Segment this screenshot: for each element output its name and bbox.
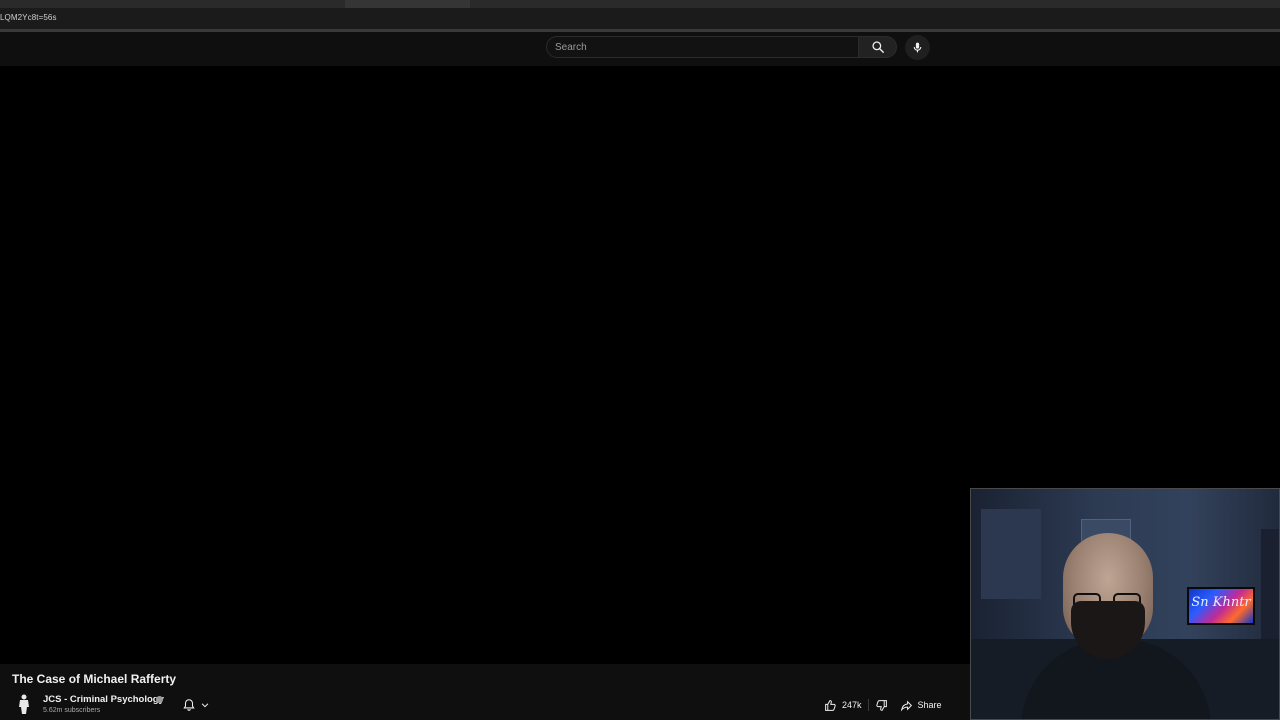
channel-name[interactable]: JCS - Criminal Psychology: [43, 694, 164, 705]
dislike-button[interactable]: [869, 695, 894, 715]
search-button[interactable]: [859, 36, 897, 58]
thumbs-down-icon: [875, 699, 887, 711]
webcam-cabinet: [981, 509, 1041, 599]
video-actions: 247k Share: [818, 695, 948, 715]
person-silhouette-icon: [19, 694, 29, 714]
subscriber-count: 5.62m subscribers: [43, 707, 101, 714]
status-url: LQM2Yc8t=56s: [0, 13, 57, 22]
video-title: The Case of Michael Rafferty: [12, 672, 177, 686]
like-count: 247k: [842, 700, 862, 710]
browser-tab[interactable]: [345, 0, 470, 8]
share-label: Share: [917, 700, 942, 710]
share-icon: [900, 700, 912, 711]
browser-top-strip: LQM2Yc8t=56s: [0, 0, 1280, 32]
share-button[interactable]: Share: [894, 695, 948, 715]
thumbs-up-icon: [825, 699, 836, 711]
browser-tab-bar: [0, 0, 1280, 8]
search-icon: [871, 41, 884, 53]
webcam-overlay: Sn Khntr: [970, 488, 1280, 720]
voice-search-button[interactable]: [905, 35, 930, 60]
webcam-tv-text: Sn Khntr: [1191, 595, 1251, 610]
verified-badge-icon: [156, 696, 163, 703]
masthead: [0, 32, 1280, 66]
channel-avatar[interactable]: [13, 693, 35, 715]
like-button[interactable]: 247k: [818, 695, 868, 715]
microphone-icon: [913, 42, 922, 53]
notification-bell-button[interactable]: [182, 697, 218, 713]
webcam-shelf: [1261, 529, 1279, 639]
search-box[interactable]: [546, 36, 859, 58]
bell-icon: [183, 699, 195, 711]
chevron-down-icon: [201, 703, 209, 708]
search-input[interactable]: [555, 40, 845, 55]
